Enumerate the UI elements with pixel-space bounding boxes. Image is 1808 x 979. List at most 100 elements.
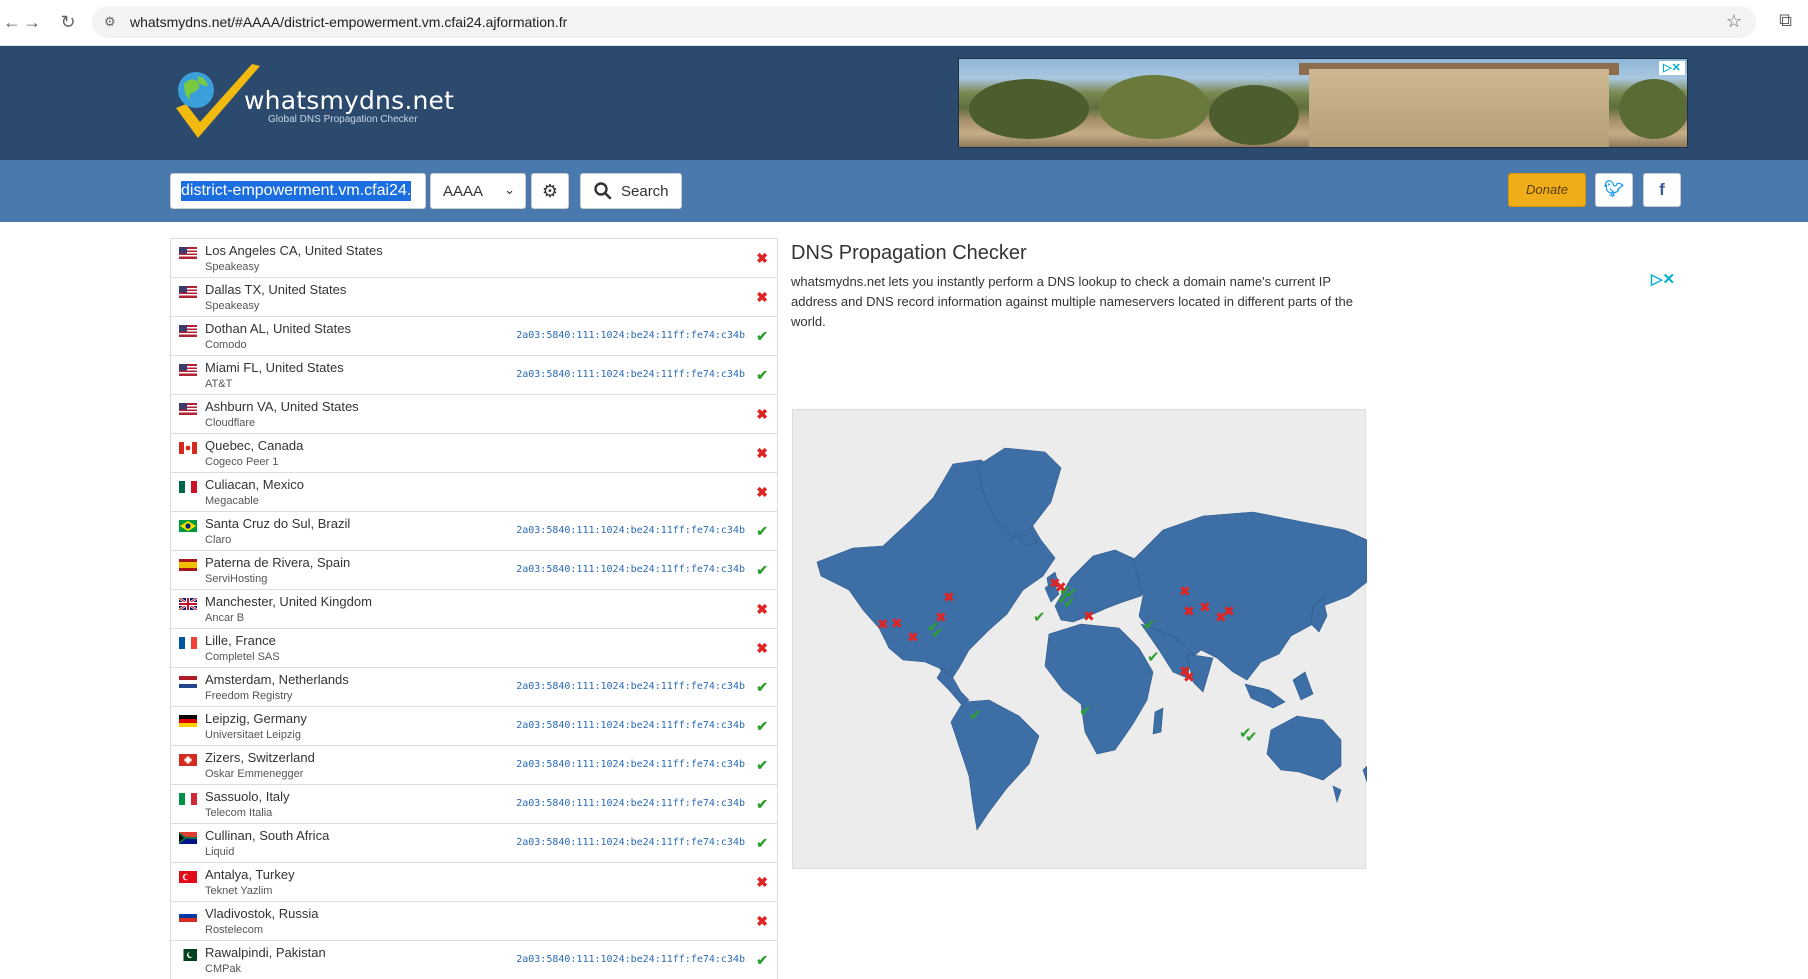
facebook-icon: f	[1659, 180, 1665, 199]
map-cross-marker[interactable]: ✖	[907, 630, 919, 646]
record-type-select[interactable]: AAAA ⌄	[430, 173, 526, 209]
result-provider: Freedom Registry	[205, 690, 293, 702]
flag-icon-ru	[179, 909, 197, 922]
domain-input[interactable]: district-empowerment.vm.cfai24.	[170, 173, 426, 209]
extensions-icon[interactable]: ⧉	[1779, 10, 1792, 31]
map-cross-marker[interactable]: ✖	[1183, 670, 1195, 686]
site-settings-icon[interactable]: ⚙	[104, 13, 122, 31]
forward-icon[interactable]: →	[20, 10, 44, 34]
result-row[interactable]: Leipzig, Germany Universitaet Leipzig 2a03…	[171, 707, 777, 746]
map-cross-marker[interactable]: ✖	[1199, 600, 1211, 616]
result-ip[interactable]: 2a03:5840:111:1024:be24:11ff:fe74:c34b	[516, 837, 745, 848]
address-bar[interactable]: ⚙ whatsmydns.net/#AAAA/district-empowerm…	[92, 6, 1756, 38]
ad-choices-icon[interactable]: ▷✕	[1659, 61, 1685, 75]
donate-button[interactable]: Donate	[1508, 173, 1586, 207]
map-check-marker[interactable]: ✔	[969, 706, 982, 724]
results-list: Los Angeles CA, United States Speakeasy ✖ D…	[170, 238, 778, 979]
map-cross-marker[interactable]: ✖	[943, 590, 955, 606]
result-row[interactable]: Amsterdam, Netherlands Freedom Registry 2a…	[171, 668, 777, 707]
map-check-marker[interactable]: ✔	[931, 624, 944, 642]
search-button[interactable]: Search	[580, 173, 682, 209]
result-row[interactable]: Lille, France Completel SAS ✖	[171, 629, 777, 668]
result-row[interactable]: Zizers, Switzerland Oskar Emmenegger 2a03:…	[171, 746, 777, 785]
result-ip[interactable]: 2a03:5840:111:1024:be24:11ff:fe74:c34b	[516, 564, 745, 575]
result-row[interactable]: Los Angeles CA, United States Speakeasy ✖	[171, 239, 777, 278]
map-cross-marker[interactable]: ✖	[877, 617, 889, 633]
map-cross-marker[interactable]: ✖	[1179, 584, 1191, 600]
result-provider: ServiHosting	[205, 573, 268, 585]
result-row[interactable]: Quebec, Canada Cogeco Peer 1 ✖	[171, 434, 777, 473]
facebook-button[interactable]: f	[1643, 173, 1681, 207]
result-row[interactable]: Sassuolo, Italy Telecom Italia 2a03:5840:1…	[171, 785, 777, 824]
flag-icon-es	[179, 558, 197, 571]
record-type-value: AAAA	[443, 183, 484, 200]
result-ip[interactable]: 2a03:5840:111:1024:be24:11ff:fe74:c34b	[516, 954, 745, 965]
map-cross-marker[interactable]: ✖	[1183, 604, 1195, 620]
map-check-marker[interactable]: ✔	[1147, 648, 1160, 666]
map-check-marker[interactable]: ✔	[1063, 594, 1076, 612]
result-row[interactable]: Paterna de Rivera, Spain ServiHosting 2a03…	[171, 551, 777, 590]
world-map[interactable]: ✖ ✖ ✔ ✔ ✖ ✖ ✖ ✔ ✔ ✖ ✖ ✔ ✔ ✔ ✔ ✔ ✖ ✖ ✔ ✖ ✖ ✖ ✖ ✔ ✔ ✔ ✖ ✖	[792, 409, 1367, 869]
result-row[interactable]: Antalya, Turkey Teknet Yazlim ✖	[171, 863, 777, 902]
result-provider: CMPak	[205, 963, 242, 975]
result-location: Amsterdam, Netherlands	[205, 672, 349, 687]
flag-icon-us	[179, 285, 197, 298]
map-check-marker[interactable]: ✔	[1033, 608, 1046, 626]
result-row[interactable]: Dallas TX, United States Speakeasy ✖	[171, 278, 777, 317]
result-row[interactable]: Ashburn VA, United States Cloudflare ✖	[171, 395, 777, 434]
cross-icon: ✖	[756, 913, 768, 929]
info-title: DNS Propagation Checker	[791, 242, 1027, 264]
map-check-marker[interactable]: ✔	[1079, 702, 1092, 720]
result-provider: Oskar Emmenegger	[205, 768, 304, 780]
map-cross-marker[interactable]: ✖	[1083, 609, 1095, 625]
map-check-marker[interactable]: ✔	[1143, 616, 1156, 634]
twitter-icon: 🐦︎	[1603, 181, 1625, 198]
search-button-label: Search	[621, 183, 669, 200]
result-row[interactable]: Santa Cruz do Sul, Brazil Claro 2a03:5840:…	[171, 512, 777, 551]
ad-choices-icon[interactable]: ▷✕	[1651, 270, 1675, 288]
flag-icon-de	[179, 714, 197, 727]
url-text[interactable]: whatsmydns.net/#AAAA/district-empowermen…	[130, 6, 567, 38]
flag-icon-mx	[179, 480, 197, 493]
twitter-button[interactable]: 🐦︎	[1595, 173, 1633, 207]
map-check-marker[interactable]: ✔	[1245, 728, 1258, 746]
check-icon: ✔	[756, 679, 768, 695]
cross-icon: ✖	[756, 289, 768, 305]
check-icon: ✔	[756, 562, 768, 578]
result-ip[interactable]: 2a03:5840:111:1024:be24:11ff:fe74:c34b	[516, 525, 745, 536]
result-ip[interactable]: 2a03:5840:111:1024:be24:11ff:fe74:c34b	[516, 798, 745, 809]
result-row[interactable]: Vladivostok, Russia Rostelecom ✖	[171, 902, 777, 941]
result-provider: Rostelecom	[205, 924, 264, 936]
info-text: whatsmydns.net lets you instantly perfor…	[791, 274, 1353, 329]
result-row[interactable]: Cullinan, South Africa Liquid 2a03:5840:11…	[171, 824, 777, 863]
result-row[interactable]: Dothan AL, United States Comodo 2a03:5840:…	[171, 317, 777, 356]
result-row[interactable]: Miami FL, United States AT&T 2a03:5840:111…	[171, 356, 777, 395]
result-location: Dothan AL, United States	[205, 321, 351, 336]
result-provider: AT&T	[205, 378, 233, 390]
brand-name[interactable]: whatsmydns.net	[244, 86, 454, 115]
map-cross-marker[interactable]: ✖	[935, 610, 947, 626]
result-ip[interactable]: 2a03:5840:111:1024:be24:11ff:fe74:c34b	[516, 720, 745, 731]
result-ip[interactable]: 2a03:5840:111:1024:be24:11ff:fe74:c34b	[516, 330, 745, 341]
search-toolbar: district-empowerment.vm.cfai24. AAAA ⌄ ⚙…	[0, 160, 1808, 222]
reload-icon[interactable]: ↻	[56, 10, 80, 34]
bookmark-star-icon[interactable]: ☆	[1726, 11, 1742, 32]
result-row[interactable]: Manchester, United Kingdom Ancar B ✖	[171, 590, 777, 629]
cross-icon: ✖	[756, 250, 768, 266]
flag-icon-us	[179, 402, 197, 415]
result-location: Sassuolo, Italy	[205, 789, 290, 804]
settings-button[interactable]: ⚙	[531, 173, 569, 209]
cross-icon: ✖	[756, 874, 768, 890]
map-cross-marker[interactable]: ✖	[1215, 610, 1227, 626]
check-icon: ✔	[756, 523, 768, 539]
cross-icon: ✖	[756, 640, 768, 656]
map-cross-marker[interactable]: ✖	[891, 616, 903, 632]
result-ip[interactable]: 2a03:5840:111:1024:be24:11ff:fe74:c34b	[516, 369, 745, 380]
result-ip[interactable]: 2a03:5840:111:1024:be24:11ff:fe74:c34b	[516, 681, 745, 692]
result-ip[interactable]: 2a03:5840:111:1024:be24:11ff:fe74:c34b	[516, 759, 745, 770]
result-row[interactable]: Rawalpindi, Pakistan CMPak 2a03:5840:111:1…	[171, 941, 777, 979]
advertisement-banner[interactable]: ▷✕	[958, 58, 1688, 148]
result-location: Antalya, Turkey	[205, 867, 295, 882]
result-location: Zizers, Switzerland	[205, 750, 315, 765]
result-row[interactable]: Culiacan, Mexico Megacable ✖	[171, 473, 777, 512]
